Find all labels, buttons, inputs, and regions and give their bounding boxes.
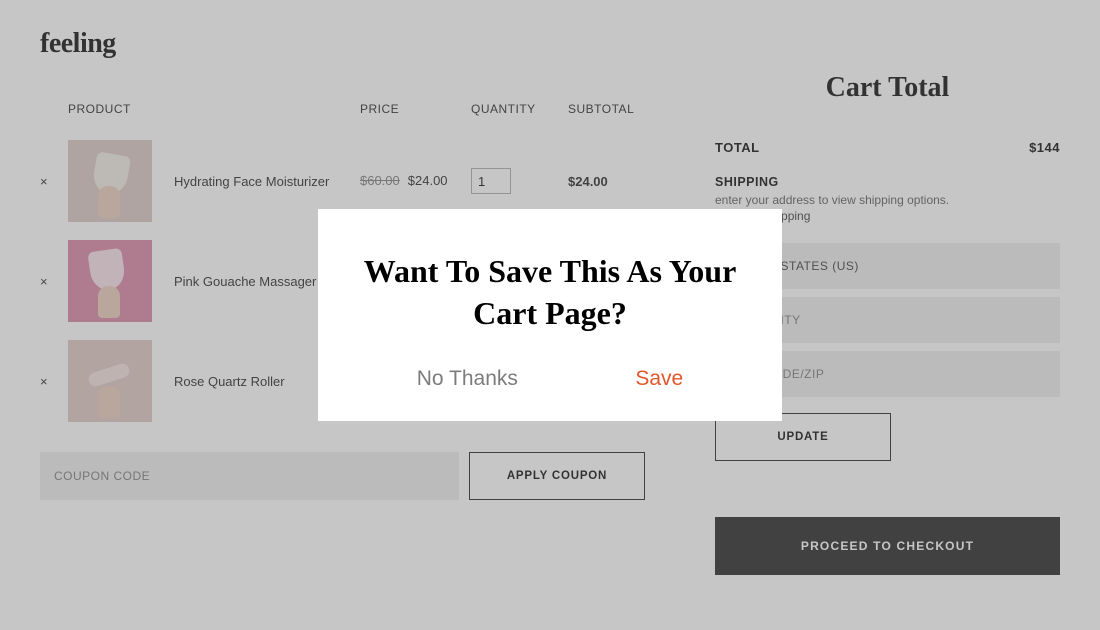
save-cart-modal: Want To Save This As Your Cart Page? No … [318,209,782,420]
modal-overlay[interactable]: Want To Save This As Your Cart Page? No … [0,0,1100,630]
modal-actions: No Thanks Save [358,367,742,391]
no-thanks-button[interactable]: No Thanks [417,367,518,391]
save-button[interactable]: Save [635,367,683,391]
modal-title: Want To Save This As Your Cart Page? [358,251,742,334]
